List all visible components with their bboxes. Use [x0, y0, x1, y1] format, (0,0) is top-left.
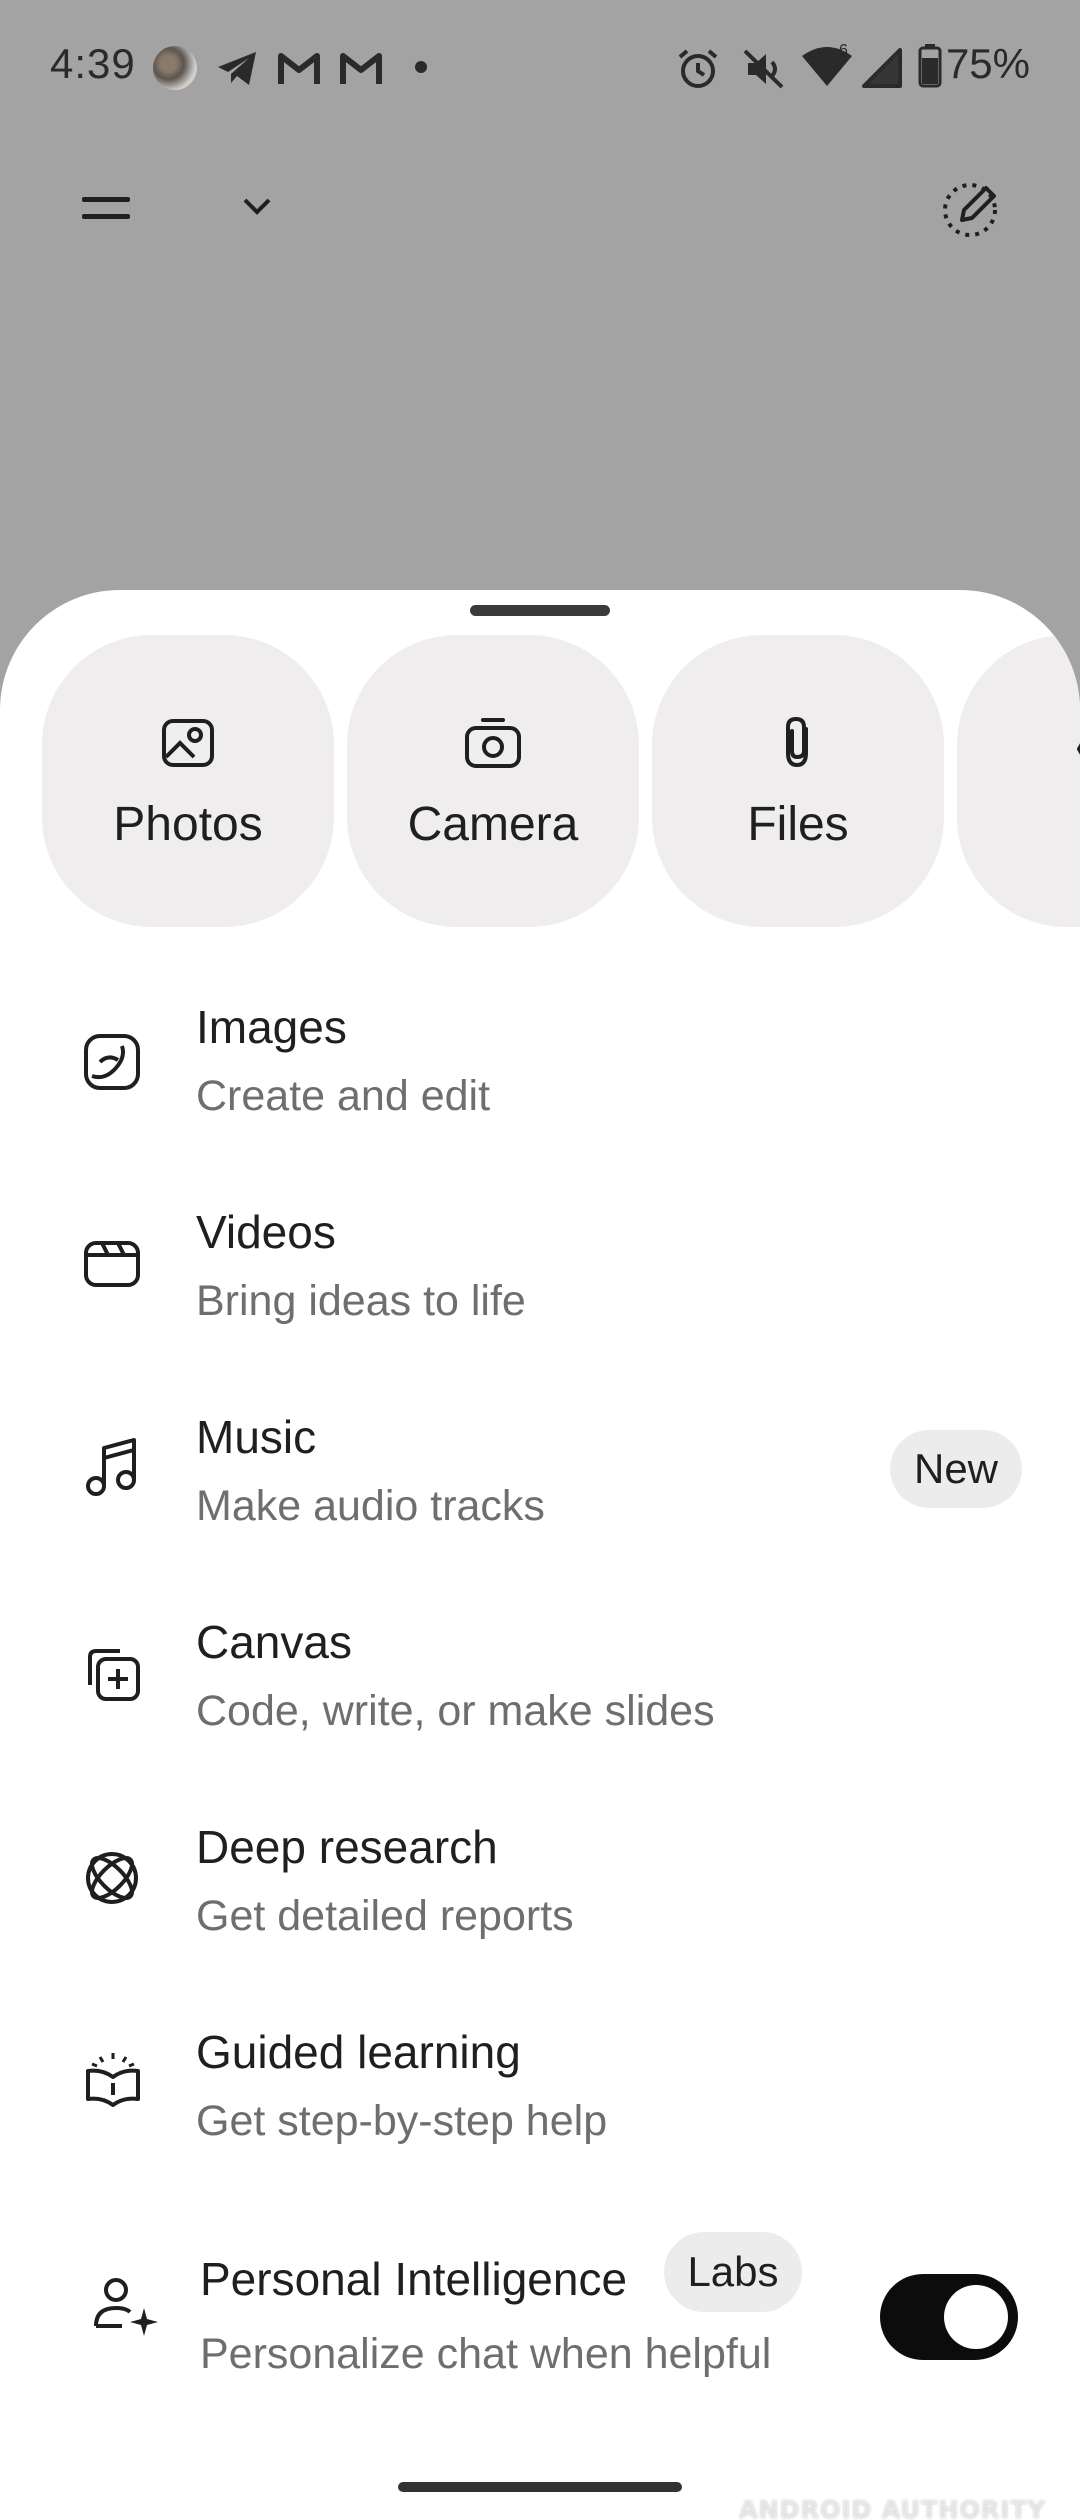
wifi-badge: 6: [839, 42, 848, 59]
chip-photos[interactable]: Photos: [42, 635, 334, 927]
menu-icon[interactable]: [82, 194, 130, 224]
menu-subtitle: Create and edit: [196, 1072, 491, 1120]
watermark: ANDROID AUTHORITY: [738, 2496, 1046, 2520]
open-book-icon: [86, 2053, 140, 2107]
telegram-icon: [218, 52, 256, 85]
battery-icon: [918, 44, 942, 88]
labs-badge: Labs: [664, 2232, 802, 2312]
drive-icon: [1077, 743, 1080, 755]
chip-drive[interactable]: D: [957, 635, 1080, 927]
person-sparkle-icon: [94, 2278, 158, 2336]
attachment-chips: Photos Camera Files D: [42, 635, 1080, 930]
app-bar: [0, 160, 1080, 260]
menu-item-music[interactable]: Music Make audio tracks New: [0, 1410, 1080, 1600]
menu-subtitle: Make audio tracks: [196, 1482, 545, 1530]
chip-label: Photos: [113, 798, 263, 851]
chip-label: D: [957, 797, 1080, 852]
alarm-icon: [678, 49, 718, 88]
menu-subtitle: Personalize chat when helpful: [200, 2330, 772, 2378]
menu-title: Music: [196, 1411, 317, 1463]
menu-subtitle: Get detailed reports: [196, 1892, 574, 1940]
gmail-icon: [340, 53, 382, 84]
menu-item-deep-research[interactable]: Deep research Get detailed reports: [0, 1820, 1080, 2010]
drag-handle[interactable]: [470, 605, 610, 616]
attachment-bottom-sheet: Photos Camera Files D: [0, 590, 1080, 2520]
music-note-icon: [86, 1438, 136, 1496]
menu-item-personal-intelligence: Personal Intelligence Labs Personalize c…: [0, 2230, 1080, 2430]
menu-subtitle: Code, write, or make slides: [196, 1687, 715, 1735]
menu-item-images[interactable]: Images Create and edit: [0, 1000, 1080, 1190]
paperclip-icon: [786, 716, 808, 768]
personal-intelligence-toggle[interactable]: [880, 2274, 1018, 2360]
avatar: [153, 46, 197, 90]
menu-title: Canvas: [196, 1616, 352, 1668]
menu-title: Videos: [196, 1206, 336, 1258]
menu-subtitle: Get step-by-step help: [196, 2097, 608, 2145]
photos-icon: [162, 719, 214, 767]
status-bar: 4:39 6 75%: [0, 0, 1080, 140]
chip-files[interactable]: Files: [652, 635, 944, 927]
menu-title: Personal Intelligence: [200, 2253, 628, 2305]
status-time: 4:39: [50, 40, 136, 87]
menu-title: Guided learning: [196, 2026, 521, 2078]
new-badge: New: [890, 1430, 1022, 1508]
mute-icon: [743, 49, 784, 89]
menu-title: Images: [196, 1001, 347, 1053]
chip-camera[interactable]: Camera: [347, 635, 639, 927]
gmail-icon: [278, 53, 320, 84]
chevron-down-icon[interactable]: [242, 196, 272, 216]
new-chat-icon[interactable]: [940, 176, 1004, 240]
home-indicator: [398, 2482, 682, 2492]
chip-label: Camera: [407, 798, 579, 851]
chip-label: Files: [747, 798, 849, 851]
clapperboard-icon: [84, 1241, 140, 1287]
atom-icon: [86, 1852, 138, 1904]
canvas-icon: [88, 1649, 140, 1701]
toggle-knob: [944, 2285, 1008, 2349]
signal-icon: [862, 48, 902, 88]
camera-icon: [465, 718, 521, 768]
more-notifications-dot-icon: [415, 61, 427, 73]
menu-item-videos[interactable]: Videos Bring ideas to life: [0, 1205, 1080, 1395]
image-edit-icon: [84, 1034, 140, 1090]
menu-subtitle: Bring ideas to life: [196, 1277, 526, 1325]
menu-item-canvas[interactable]: Canvas Code, write, or make slides: [0, 1615, 1080, 1805]
menu-title: Deep research: [196, 1821, 498, 1873]
menu-item-guided-learning[interactable]: Guided learning Get step-by-step help: [0, 2025, 1080, 2215]
battery-percent: 75%: [945, 40, 1030, 87]
